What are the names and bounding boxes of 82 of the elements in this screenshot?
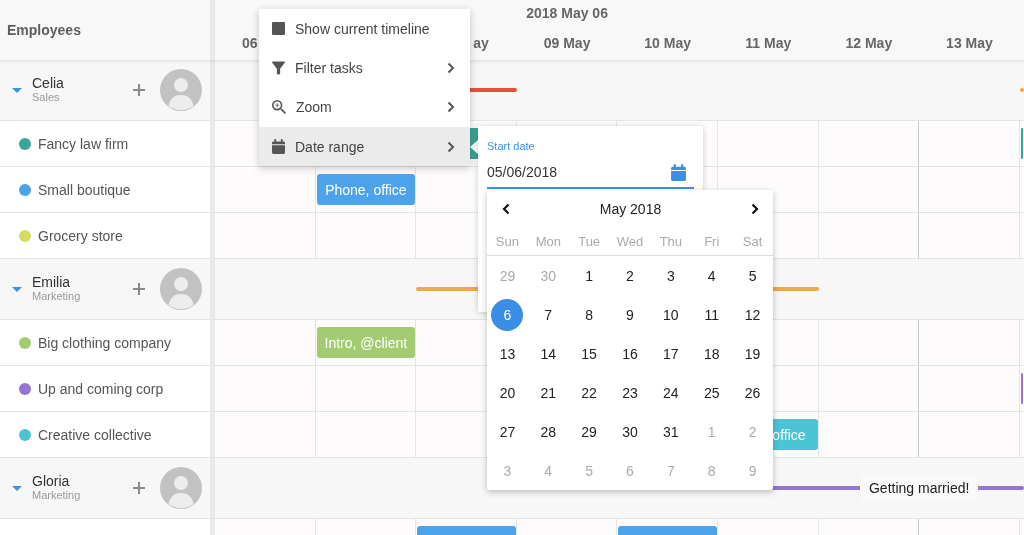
customer-name[interactable]: Creative collective: [38, 426, 152, 443]
avatar-icon: [160, 268, 202, 310]
weekday-label: Sat: [742, 234, 763, 249]
zoom-in-icon: [272, 100, 286, 115]
plus-icon[interactable]: [133, 84, 145, 96]
calendar-day[interactable]: 5: [736, 259, 769, 292]
calendar-day[interactable]: 18: [695, 337, 728, 370]
weekday-label: Sun: [495, 234, 519, 249]
day-label: 12 May: [845, 35, 893, 51]
calendar-day[interactable]: 20: [491, 376, 524, 409]
weekday-label: Wed: [616, 234, 644, 249]
calendar-day[interactable]: 26: [736, 376, 769, 409]
department-label: Marketing: [32, 290, 81, 303]
task-bar[interactable]: [1020, 128, 1023, 159]
calendar-day[interactable]: 30: [614, 415, 646, 448]
calendar-day[interactable]: 31: [654, 415, 687, 448]
department-label: Marketing: [32, 489, 81, 502]
day-label: 13 May: [946, 35, 993, 51]
calendar-day[interactable]: 28: [532, 415, 565, 448]
caret-icon[interactable]: [12, 483, 22, 493]
chevron-right-icon[interactable]: [751, 203, 759, 215]
month-title: May 2018: [599, 201, 662, 217]
employee-name: Celia: [32, 76, 64, 91]
weekday-label: Thu: [659, 234, 683, 249]
menu-item[interactable]: Zoom: [259, 87, 470, 127]
square-icon: [272, 22, 285, 36]
calendar-day[interactable]: 19: [736, 337, 769, 370]
day-label: 06: [242, 35, 258, 51]
calendar-day[interactable]: 10: [654, 298, 687, 331]
calendar-day[interactable]: 4: [695, 259, 728, 292]
avatar-icon: [160, 467, 202, 509]
calendar-day[interactable]: 23: [614, 376, 646, 409]
calendar-day[interactable]: 13: [491, 337, 524, 370]
calendar-day[interactable]: 15: [573, 337, 606, 370]
avatar-icon: [160, 69, 202, 111]
caret-icon[interactable]: [12, 284, 22, 294]
menu-item[interactable]: Show current timeline: [259, 9, 470, 49]
task-bar[interactable]: [1020, 373, 1023, 404]
customer-name[interactable]: Up and coming corp: [38, 380, 164, 397]
calendar-day[interactable]: 22: [573, 376, 606, 409]
weekday-label: Mon: [535, 234, 561, 249]
menu-item[interactable]: Filter tasks: [259, 48, 470, 88]
calendar-day[interactable]: 12: [736, 298, 769, 331]
calendar-day[interactable]: 1: [573, 259, 606, 292]
menu-item[interactable]: Date range: [259, 126, 470, 167]
calendar-day[interactable]: 2: [614, 259, 646, 292]
calendar-day[interactable]: 11: [695, 298, 728, 331]
weekday-label: Tue: [578, 234, 601, 249]
plus-icon[interactable]: [133, 482, 145, 494]
employee-name: Gloria: [32, 474, 71, 489]
day-label: 11 May: [745, 35, 792, 51]
calendar-icon: [272, 139, 285, 155]
calendar-day[interactable]: 21: [532, 376, 565, 409]
calendar-day[interactable]: 3: [654, 259, 687, 292]
day-label: ay: [473, 35, 489, 51]
customer-name[interactable]: Fancy law firm: [38, 135, 129, 152]
filter-icon: [272, 60, 285, 75]
column-title: Employees: [7, 22, 81, 38]
field-label: Start date: [487, 140, 535, 153]
customer-name[interactable]: Small boutique: [38, 181, 131, 198]
day-label: 09 May: [543, 35, 591, 51]
calendar-day[interactable]: 8: [573, 298, 606, 331]
calendar-day[interactable]: 25: [695, 376, 728, 409]
calendar-day[interactable]: 29: [573, 415, 606, 448]
calendar-day[interactable]: 27: [491, 415, 524, 448]
calendar-day[interactable]: 17: [654, 337, 687, 370]
weekday-label: Fri: [704, 234, 720, 249]
plus-icon[interactable]: [133, 283, 145, 295]
employee-name: Emilia: [32, 275, 72, 290]
calendar-day[interactable]: 7: [532, 298, 565, 331]
customer-name[interactable]: Big clothing company: [38, 334, 172, 351]
customer-name[interactable]: Grocery store: [38, 227, 123, 244]
caret-icon[interactable]: [12, 85, 22, 95]
department-label: Sales: [32, 91, 61, 104]
calendar-day[interactable]: 9: [614, 298, 646, 331]
calendar-day[interactable]: 14: [532, 337, 565, 370]
day-label: 10 May: [644, 35, 691, 51]
calendar-day[interactable]: 24: [654, 376, 687, 409]
date-range-title: 2018 May 06: [526, 5, 608, 21]
chevron-left-icon[interactable]: [502, 203, 510, 215]
calendar-day[interactable]: 16: [614, 337, 646, 370]
calendar-icon: [671, 163, 686, 181]
